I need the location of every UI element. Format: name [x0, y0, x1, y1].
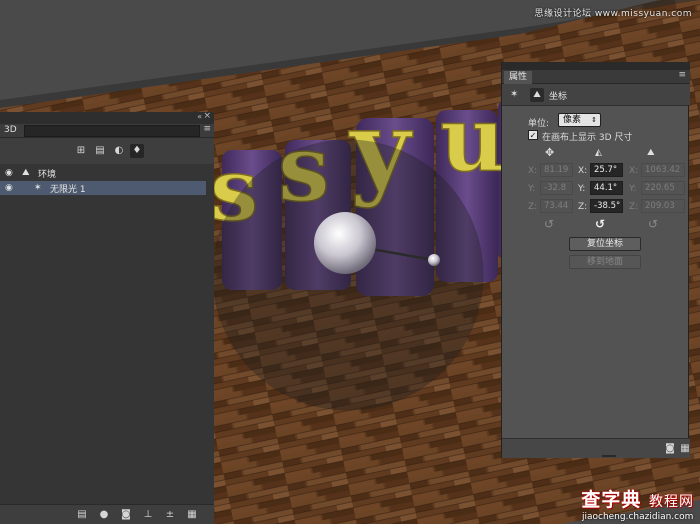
z-axis-label: Z:: [629, 202, 639, 212]
unit-select[interactable]: 像素 ⇕: [558, 113, 601, 127]
show-3d-dimensions-checkbox[interactable]: ✓: [528, 130, 538, 140]
z-axis-label: Z:: [578, 202, 588, 212]
reset-position-icon[interactable]: ↺: [544, 218, 554, 230]
materials-filter-icon[interactable]: ◐: [112, 144, 126, 158]
position-x-field[interactable]: 81.19: [540, 163, 573, 177]
scale-x-field[interactable]: 1063.42: [641, 163, 685, 177]
x-axis-label: X:: [528, 166, 538, 176]
add-mesh-icon[interactable]: ±: [164, 509, 176, 521]
list-item-environment[interactable]: ◉ ⛰ 环境: [0, 166, 206, 180]
lights-filter-icon[interactable]: ♦: [130, 144, 144, 158]
list-item-label: 环境: [38, 170, 57, 180]
scale-z-field[interactable]: 209.03: [641, 199, 685, 213]
panel-menu-icon[interactable]: ≡: [203, 124, 211, 134]
add-light-icon[interactable]: ●: [98, 509, 110, 521]
close-icon[interactable]: ×: [203, 111, 211, 121]
light-icon[interactable]: ✶: [510, 89, 518, 100]
properties-footer: ◙ ▦: [502, 438, 690, 458]
dropdown-arrow-icon: ⇕: [591, 116, 597, 124]
section-title: 坐标: [549, 92, 568, 102]
list-item-infinite-light[interactable]: ◉ ✶ 无限光 1: [0, 181, 206, 195]
light-sphere[interactable]: [314, 212, 376, 274]
light-gizmo-ring[interactable]: [212, 139, 484, 411]
rotate-icon[interactable]: ◭: [595, 148, 602, 158]
properties-tabbar: 属性 ≡: [502, 70, 690, 84]
trash-icon[interactable]: ▦: [186, 509, 198, 521]
svg-text:u: u: [440, 86, 505, 192]
show-3d-dimensions-label: 在画布上显示 3D 尺寸: [542, 133, 633, 143]
visibility-eye-icon[interactable]: ◉: [5, 182, 17, 194]
render-settings-icon[interactable]: ◙: [664, 443, 676, 455]
tab-properties[interactable]: 属性: [504, 71, 533, 84]
meshes-filter-icon[interactable]: ▤: [93, 144, 107, 158]
move-icon[interactable]: ✥: [545, 146, 554, 159]
unit-label: 单位:: [528, 119, 550, 129]
light-direction-handle[interactable]: [428, 254, 440, 266]
unit-value: 像素: [563, 115, 582, 125]
watermark-bottom: 查字典 教程网 jiaocheng.chazidian.com: [581, 485, 694, 522]
visibility-eye-icon[interactable]: ◉: [5, 167, 17, 179]
y-axis-label: Y:: [629, 184, 637, 194]
scale-y-field[interactable]: 220.65: [641, 181, 685, 195]
rotation-y-field[interactable]: 44.1°: [590, 181, 623, 195]
properties-panel: 属性 ≡ ✶ ⛰ 坐标 单位: 像素 ⇕ ✓ 在画布上显示 3D 尺寸 ✥ ◭ …: [501, 62, 690, 458]
environment-icon: ⛰: [22, 168, 30, 178]
watermark-top: 思缘设计论坛 www.missyuan.com: [534, 9, 692, 19]
y-axis-label: Y:: [578, 184, 586, 194]
scene-tree: ◉ ⛰ 环境 ◉ ✶ 无限光 1: [0, 164, 214, 504]
watermark-main: 查字典: [581, 489, 642, 511]
scale-icon[interactable]: ⛰: [647, 148, 655, 158]
move-to-ground-button[interactable]: 移到地面: [569, 255, 641, 269]
reset-scale-icon[interactable]: ↺: [648, 218, 658, 230]
new-object-icon[interactable]: ⊥: [142, 509, 154, 521]
panel-title-row: 3D ≡: [0, 124, 214, 138]
3d-panel: « × 3D ≡ ⊞ ▤ ◐ ♦ ◉ ⛰ 环境 ◉ ✶ 无限光 1 ▤ ● ◙ …: [0, 111, 214, 524]
coordinates-icon[interactable]: ⛰: [530, 88, 544, 102]
y-axis-label: Y:: [528, 184, 536, 194]
reset-rotation-icon[interactable]: ↺: [595, 218, 605, 230]
panel-bottom-toolbar: ▤ ● ◙ ⊥ ± ▦: [0, 504, 214, 524]
whole-scene-filter-icon[interactable]: ⊞: [74, 144, 88, 158]
x-axis-label: X:: [629, 166, 639, 176]
watermark-url: jiaocheng.chazidian.com: [581, 512, 694, 522]
ground-plane-icon[interactable]: ▤: [76, 509, 88, 521]
resize-grip[interactable]: [602, 455, 616, 457]
watermark-sub: 教程网: [649, 494, 694, 510]
panel-title[interactable]: 3D: [4, 125, 17, 135]
position-z-field[interactable]: 73.44: [540, 199, 573, 213]
z-axis-label: Z:: [528, 202, 538, 212]
position-y-field[interactable]: -32.8: [540, 181, 573, 195]
collapse-icon[interactable]: «: [197, 112, 202, 121]
reset-coordinates-button[interactable]: 复位坐标: [569, 237, 641, 251]
properties-header: ✶ ⛰ 坐标: [502, 84, 690, 106]
list-item-label: 无限光 1: [50, 185, 86, 195]
panel-tabbar: « ×: [0, 111, 214, 124]
panel-tab-strip: [24, 125, 200, 137]
infinite-light-icon: ✶: [34, 183, 42, 193]
scene-filter-toolbar: ⊞ ▤ ◐ ♦: [0, 138, 214, 164]
panel-menu-icon[interactable]: ≡: [678, 70, 686, 80]
delete-icon[interactable]: ▦: [679, 443, 691, 455]
x-axis-label: X:: [578, 166, 588, 176]
rotation-z-field[interactable]: -38.5°: [590, 199, 623, 213]
render-icon[interactable]: ◙: [120, 509, 132, 521]
rotation-x-field[interactable]: 25.7°: [590, 163, 623, 177]
